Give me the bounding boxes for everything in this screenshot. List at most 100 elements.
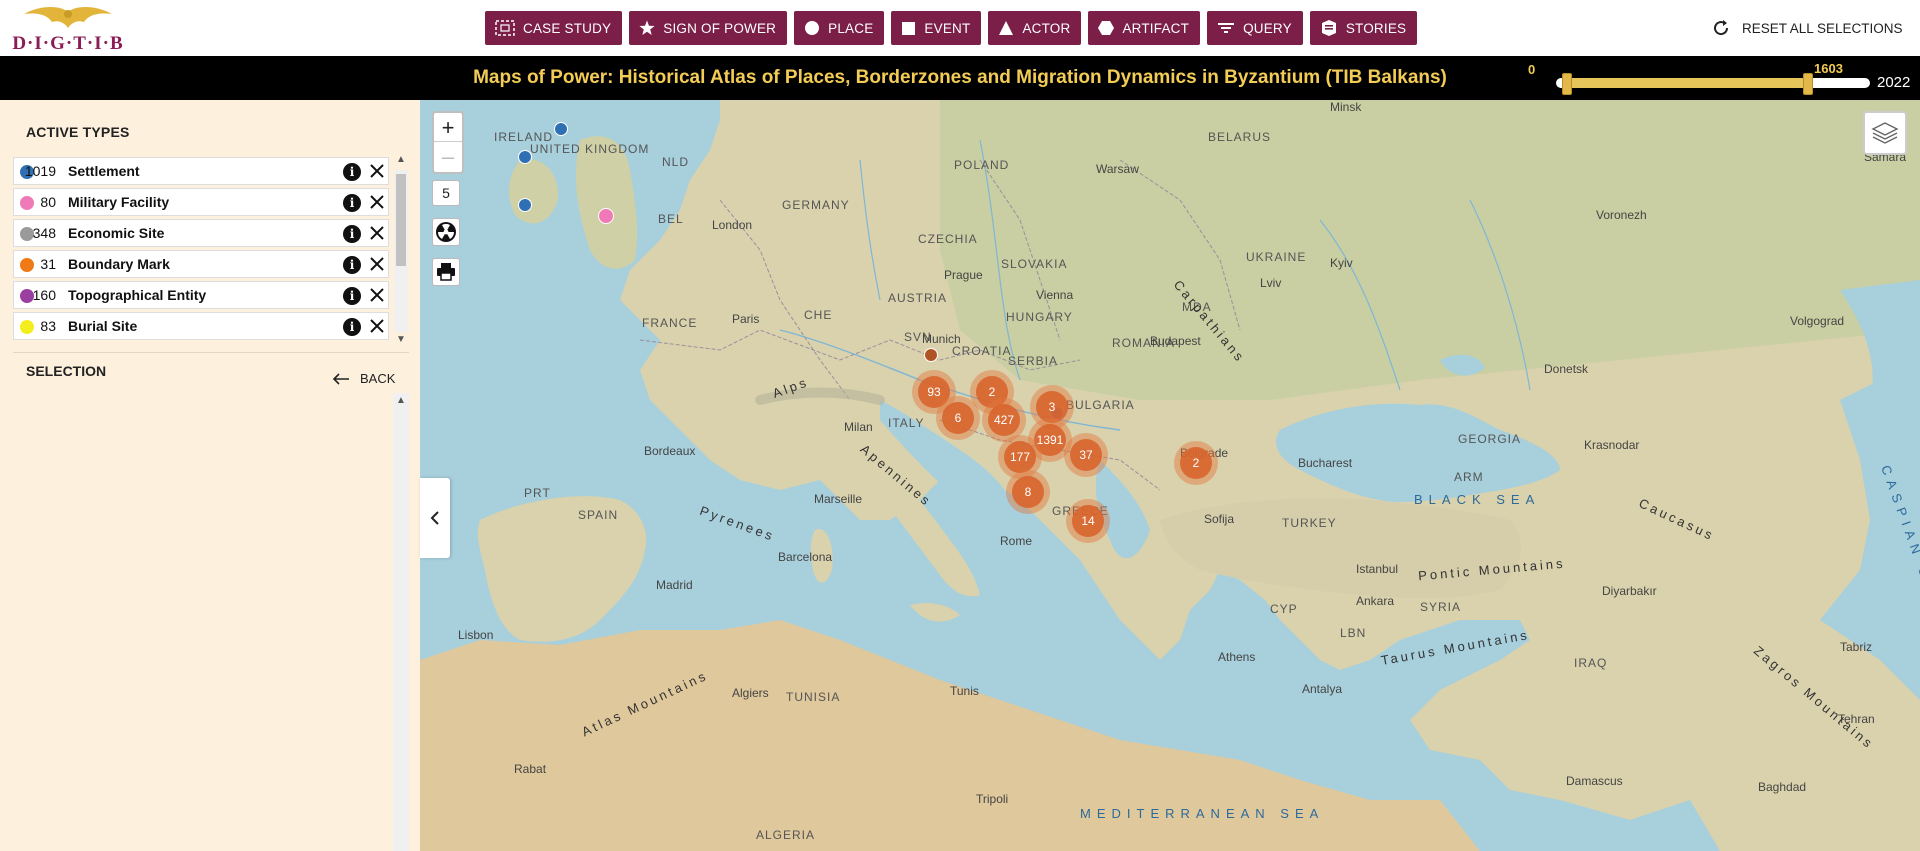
country-label: CZECHIA: [918, 232, 978, 246]
close-icon[interactable]: [368, 193, 386, 211]
country-label: GEORGIA: [1458, 432, 1522, 446]
country-label: TUNISIA: [786, 690, 841, 704]
sidebar-divider: [13, 352, 409, 353]
timeslider-end-handle[interactable]: [1803, 73, 1813, 95]
close-icon[interactable]: [368, 224, 386, 242]
cluster-count: 8: [1012, 476, 1044, 508]
triangle-icon: [999, 21, 1014, 35]
types-scrollbar[interactable]: ▲ ▼: [393, 154, 409, 348]
type-row-topographical-entity[interactable]: 160 Topographical Entity i: [13, 281, 389, 309]
artifact-label: ARTIFACT: [1122, 20, 1190, 36]
event-label: EVENT: [924, 20, 971, 36]
reset-all-selections-button[interactable]: RESET ALL SELECTIONS: [1712, 16, 1903, 40]
collapse-sidebar-button[interactable]: [420, 478, 450, 558]
type-row-boundary-mark[interactable]: 31 Boundary Mark i: [13, 250, 389, 278]
country-label: BULGARIA: [1066, 398, 1135, 412]
marker-cluster[interactable]: 6: [936, 396, 980, 440]
country-label: GERMANY: [782, 198, 850, 212]
query-button[interactable]: QUERY: [1207, 11, 1303, 45]
city-label: Athens: [1218, 650, 1256, 664]
country-label: UKRAINE: [1246, 250, 1307, 264]
selection-scrollbar[interactable]: ▲: [393, 393, 409, 851]
country-label: ITALY: [888, 416, 925, 430]
event-button[interactable]: EVENT: [891, 11, 982, 45]
city-label: Antalya: [1302, 682, 1343, 696]
type-label: Economic Site: [68, 225, 165, 241]
cluster-count: 14: [1072, 505, 1104, 537]
digtib-logo[interactable]: D·I·G·T·I·B: [12, 6, 124, 54]
info-icon[interactable]: i: [343, 225, 361, 243]
country-label: ALGERIA: [756, 828, 816, 842]
close-icon[interactable]: [368, 255, 386, 273]
settlement-marker[interactable]: [554, 122, 568, 136]
type-row-burial-site[interactable]: 83 Burial Site i: [13, 312, 389, 340]
scrollbar-thumb[interactable]: [396, 174, 406, 266]
stories-button[interactable]: STORIES: [1309, 11, 1418, 45]
settlement-marker[interactable]: [518, 198, 532, 212]
layer-switcher-button[interactable]: [1863, 111, 1907, 155]
zoom-out-button[interactable]: –: [434, 142, 462, 171]
marker-cluster[interactable]: 8: [1006, 470, 1050, 514]
boundary-mark-marker[interactable]: [924, 348, 938, 362]
info-icon[interactable]: i: [343, 163, 361, 181]
zoom-in-button[interactable]: +: [434, 113, 462, 142]
scroll-up-arrow-icon[interactable]: ▲: [396, 154, 406, 165]
type-count: 80: [40, 194, 56, 210]
military-facility-marker[interactable]: [598, 208, 614, 224]
timeslider-selected-range: [1568, 78, 1808, 88]
country-label: FRANCE: [642, 316, 698, 330]
back-button[interactable]: BACK: [332, 371, 395, 386]
info-icon[interactable]: i: [343, 194, 361, 212]
country-label: SPAIN: [578, 508, 619, 522]
place-button[interactable]: PLACE: [794, 11, 885, 45]
type-row-economic-site[interactable]: 348 Economic Site i: [13, 219, 389, 247]
city-label: Lviv: [1260, 276, 1282, 290]
type-count: 1019: [24, 163, 56, 179]
close-icon[interactable]: [368, 286, 386, 304]
country-label: BELARUS: [1208, 130, 1272, 144]
print-button[interactable]: [432, 258, 460, 286]
scroll-down-arrow-icon[interactable]: ▼: [396, 334, 406, 345]
sea-label: MEDITERRANEAN SEA: [1080, 806, 1325, 821]
city-label: Ankara: [1356, 594, 1395, 608]
marker-cluster[interactable]: 2: [1174, 441, 1218, 485]
eagle-logo-icon: [24, 7, 112, 28]
country-label: CROATIA: [952, 344, 1012, 358]
timeslider-range-end: 2022: [1877, 74, 1911, 91]
cluster-toggle-button[interactable]: [432, 218, 460, 246]
actor-button[interactable]: ACTOR: [988, 11, 1082, 45]
stories-label: STORIES: [1345, 20, 1407, 36]
reset-label: RESET ALL SELECTIONS: [1742, 20, 1903, 36]
marker-cluster[interactable]: 37: [1064, 433, 1108, 477]
filter-icon: [1218, 23, 1235, 33]
close-icon[interactable]: [368, 162, 386, 180]
country-label: ARM: [1454, 470, 1484, 484]
square-icon: [902, 21, 916, 35]
artifact-button[interactable]: ARTIFACT: [1088, 11, 1201, 45]
type-row-military-facility[interactable]: 80 Military Facility i: [13, 188, 389, 216]
info-icon[interactable]: i: [343, 287, 361, 305]
map-view[interactable]: IRELAND UNITED KINGDOM NLD BEL GERMANY P…: [420, 100, 1920, 851]
type-row-settlement[interactable]: 1019 Settlement i: [13, 157, 389, 185]
city-label: Baghdad: [1758, 780, 1807, 794]
country-label: IRAQ: [1574, 656, 1608, 670]
case-study-button[interactable]: CASE STUDY: [485, 11, 623, 45]
close-icon[interactable]: [368, 317, 386, 335]
country-label: POLAND: [954, 158, 1010, 172]
scroll-up-arrow-icon[interactable]: ▲: [396, 395, 406, 406]
sign-of-power-button[interactable]: SIGN OF POWER: [629, 11, 788, 45]
city-label: Sofija: [1204, 512, 1235, 526]
city-label: Istanbul: [1356, 562, 1399, 576]
info-icon[interactable]: i: [343, 256, 361, 274]
city-label: Marseille: [814, 492, 863, 506]
city-label: Barcelona: [778, 550, 833, 564]
country-label: LBN: [1340, 626, 1367, 640]
info-icon[interactable]: i: [343, 318, 361, 336]
type-label: Settlement: [68, 163, 140, 179]
settlement-marker[interactable]: [518, 150, 532, 164]
timeslider-start-handle[interactable]: [1562, 73, 1572, 95]
zoom-control: + –: [432, 111, 464, 174]
type-label: Topographical Entity: [68, 287, 207, 303]
marker-cluster[interactable]: 14: [1066, 499, 1110, 543]
timeslider-max-value: 1603: [1814, 61, 1843, 76]
